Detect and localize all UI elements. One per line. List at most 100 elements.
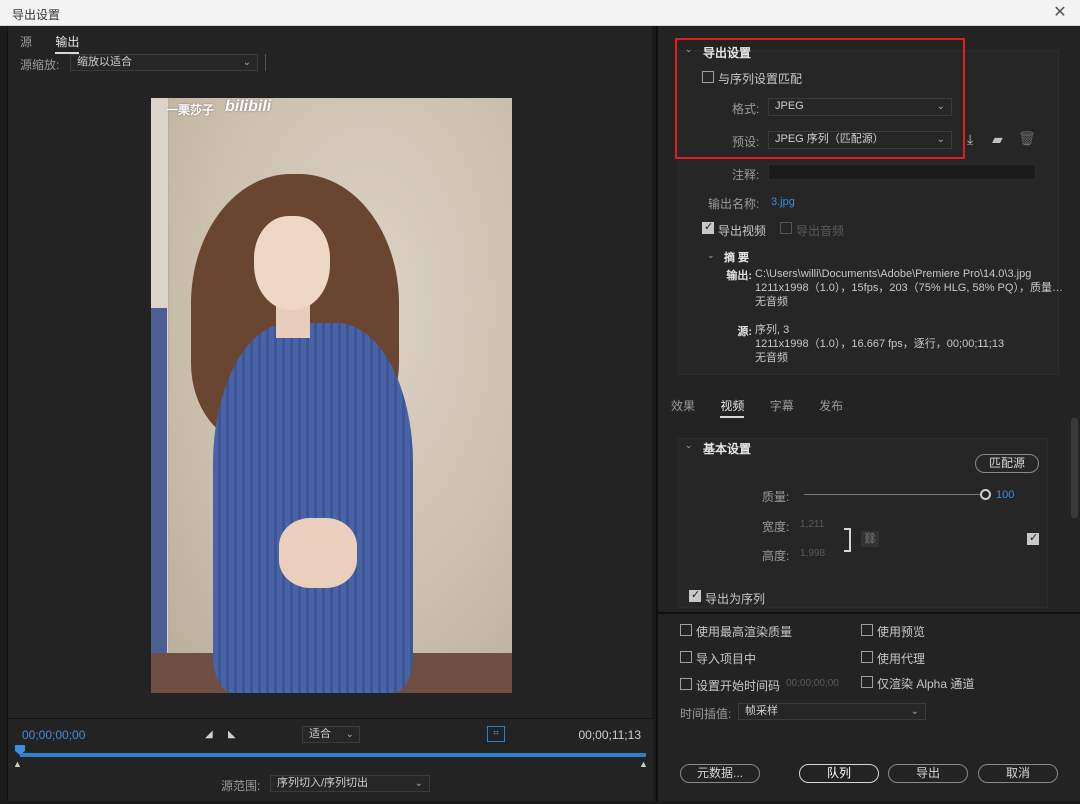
- source-range-dropdown[interactable]: 序列切入/序列切出 ⌄: [270, 775, 430, 792]
- chevron-down-icon[interactable]: ⌄: [707, 250, 715, 261]
- timeline-range-bar[interactable]: [20, 753, 646, 757]
- format-label: 格式:: [732, 102, 760, 116]
- chevron-down-icon: ⌄: [242, 57, 251, 68]
- time-interpolation-label: 时间插值:: [680, 707, 732, 721]
- summary-source-line-2: 1211x1998（1.0），16.667 fps，逐行，00;00;11;13: [755, 338, 1005, 350]
- chevron-down-icon[interactable]: ⌄: [685, 440, 693, 451]
- summary-source-line-3: 无音频: [755, 352, 788, 364]
- chain-link-icon[interactable]: ⛓: [861, 531, 879, 547]
- summary-source-line-1: 序列, 3: [755, 324, 790, 336]
- source-scale-row: 源缩放:: [20, 56, 59, 73]
- max-render-quality-checkbox[interactable]: [680, 624, 692, 636]
- export-audio-label: 导出音频: [796, 224, 845, 238]
- chevron-down-icon: ⌄: [936, 134, 945, 145]
- width-label: 宽度:: [762, 520, 790, 534]
- export-video-label: 导出视频: [718, 224, 767, 238]
- use-proxies-checkbox[interactable]: [861, 651, 873, 663]
- summary-source-label: 源:: [737, 326, 752, 338]
- close-icon[interactable]: ✕: [1050, 3, 1070, 23]
- start-timecode-value[interactable]: 00;00;00;00: [786, 678, 839, 689]
- source-range-value: 序列切入/序列切出: [277, 777, 369, 789]
- timecode-start[interactable]: 00;00;00;00: [22, 728, 85, 742]
- tab-source[interactable]: 源: [20, 33, 32, 52]
- metadata-button[interactable]: 元数据...: [680, 764, 760, 783]
- cancel-button[interactable]: 取消: [978, 764, 1058, 783]
- height-label: 高度:: [762, 549, 790, 563]
- quality-value[interactable]: 100: [996, 489, 1014, 501]
- settings-tabs: 效果 视频 字幕 发布: [671, 397, 865, 418]
- width-value[interactable]: 1,211: [800, 519, 824, 530]
- comment-input[interactable]: [768, 164, 1036, 180]
- preview-watermark: 一栗莎子: [166, 103, 215, 117]
- tab-effects[interactable]: 效果: [671, 397, 695, 416]
- preview-tabs: 源 输出: [20, 33, 99, 54]
- export-audio-checkbox[interactable]: [780, 222, 792, 234]
- zoom-fit-dropdown[interactable]: 适合 ⌄: [302, 726, 360, 743]
- download-icon[interactable]: ⤓: [967, 131, 973, 148]
- window-titlebar: 导出设置 ✕: [0, 0, 1080, 26]
- source-scale-label: 源缩放:: [20, 58, 60, 72]
- chevron-down-icon: ⌄: [910, 706, 919, 717]
- match-source-button[interactable]: 匹配源: [975, 454, 1039, 473]
- match-sequence-label: 与序列设置匹配: [718, 72, 803, 86]
- dimension-override-checkbox[interactable]: [1027, 531, 1039, 545]
- summary-output-line-2: 1211x1998（1.0），15fps，203（75% HLG, 58% PQ…: [755, 282, 1063, 294]
- chevron-down-icon[interactable]: ⌄: [685, 44, 693, 55]
- time-interpolation-dropdown[interactable]: 帧采样 ⌄: [738, 703, 926, 720]
- set-start-timecode-label: 设置开始时间码: [696, 679, 781, 693]
- video-preview: 一栗莎子 bilibili: [151, 98, 512, 693]
- source-range-row: 源范围:: [221, 777, 260, 794]
- transport-bar: 00;00;00;00 ◢ ◣ 适合 ⌄ ⌗ 00;00;11;13 ▲ ▲ 源…: [8, 718, 653, 801]
- queue-button[interactable]: 队列: [799, 764, 879, 783]
- format-value: JPEG: [775, 100, 804, 112]
- source-range-label: 源范围:: [221, 779, 261, 793]
- set-in-point-icon[interactable]: ◢: [205, 729, 213, 740]
- preview-hands: [279, 518, 357, 588]
- set-start-timecode-checkbox[interactable]: [680, 678, 692, 690]
- format-dropdown[interactable]: JPEG ⌄: [768, 98, 952, 116]
- export-as-sequence-checkbox[interactable]: [689, 588, 701, 602]
- export-settings-title: 导出设置: [703, 46, 752, 60]
- output-name-link[interactable]: 3.jpg: [771, 196, 795, 208]
- summary-output-label: 输出:: [726, 270, 752, 282]
- in-point-marker[interactable]: ▲: [13, 759, 22, 769]
- import-into-project-checkbox[interactable]: [680, 651, 692, 663]
- use-previews-label: 使用预览: [877, 625, 926, 639]
- tab-captions[interactable]: 字幕: [770, 397, 794, 416]
- use-proxies-label: 使用代理: [877, 652, 926, 666]
- quality-slider[interactable]: [804, 494, 984, 495]
- window-title: 导出设置: [12, 8, 61, 22]
- preset-label: 预设:: [732, 135, 760, 149]
- summary-output-line-1: C:\Users\willi\Documents\Adobe\Premiere …: [755, 268, 1032, 280]
- crop-icon[interactable]: ⌗: [487, 726, 505, 742]
- settings-scrollbar[interactable]: [1071, 418, 1078, 518]
- basic-settings-title: 基本设置: [703, 442, 752, 456]
- tab-output[interactable]: 输出: [55, 33, 80, 54]
- height-value[interactable]: 1,998: [800, 548, 825, 559]
- preview-panel: 源 输出 源缩放: 缩放以适合 ⌄ 一栗莎子 bilibili 00;00;00…: [7, 26, 653, 801]
- export-button[interactable]: 导出: [888, 764, 968, 783]
- import-into-project-label: 导入项目中: [696, 652, 757, 666]
- bilibili-logo: bilibili: [225, 98, 272, 115]
- out-point-marker[interactable]: ▲: [639, 759, 648, 769]
- preview-dress: [213, 323, 413, 693]
- set-out-point-icon[interactable]: ◣: [228, 729, 236, 740]
- summary-title: 摘 要: [724, 252, 750, 264]
- folder-import-icon[interactable]: ▰: [992, 131, 1003, 148]
- export-video-checkbox[interactable]: [702, 220, 714, 234]
- quality-slider-handle[interactable]: [980, 489, 991, 500]
- export-as-sequence-label: 导出为序列: [705, 592, 766, 606]
- settings-panel: ⌄ 导出设置 与序列设置匹配 格式: JPEG ⌄ 预设: JPEG 序列（匹配…: [656, 26, 1080, 801]
- preview-face: [254, 216, 330, 310]
- render-alpha-only-checkbox[interactable]: [861, 676, 873, 688]
- source-scale-dropdown[interactable]: 缩放以适合 ⌄: [70, 54, 258, 71]
- match-sequence-checkbox[interactable]: [702, 71, 714, 83]
- preset-dropdown[interactable]: JPEG 序列（匹配源） ⌄: [768, 131, 952, 149]
- tab-video[interactable]: 视频: [720, 397, 745, 418]
- trash-icon[interactable]: 🗑: [1018, 130, 1036, 147]
- tab-publish[interactable]: 发布: [819, 397, 843, 416]
- quality-label: 质量:: [762, 490, 790, 504]
- use-previews-checkbox[interactable]: [861, 624, 873, 636]
- render-alpha-only-label: 仅渲染 Alpha 通道: [877, 677, 975, 691]
- output-name-label: 输出名称:: [708, 197, 760, 211]
